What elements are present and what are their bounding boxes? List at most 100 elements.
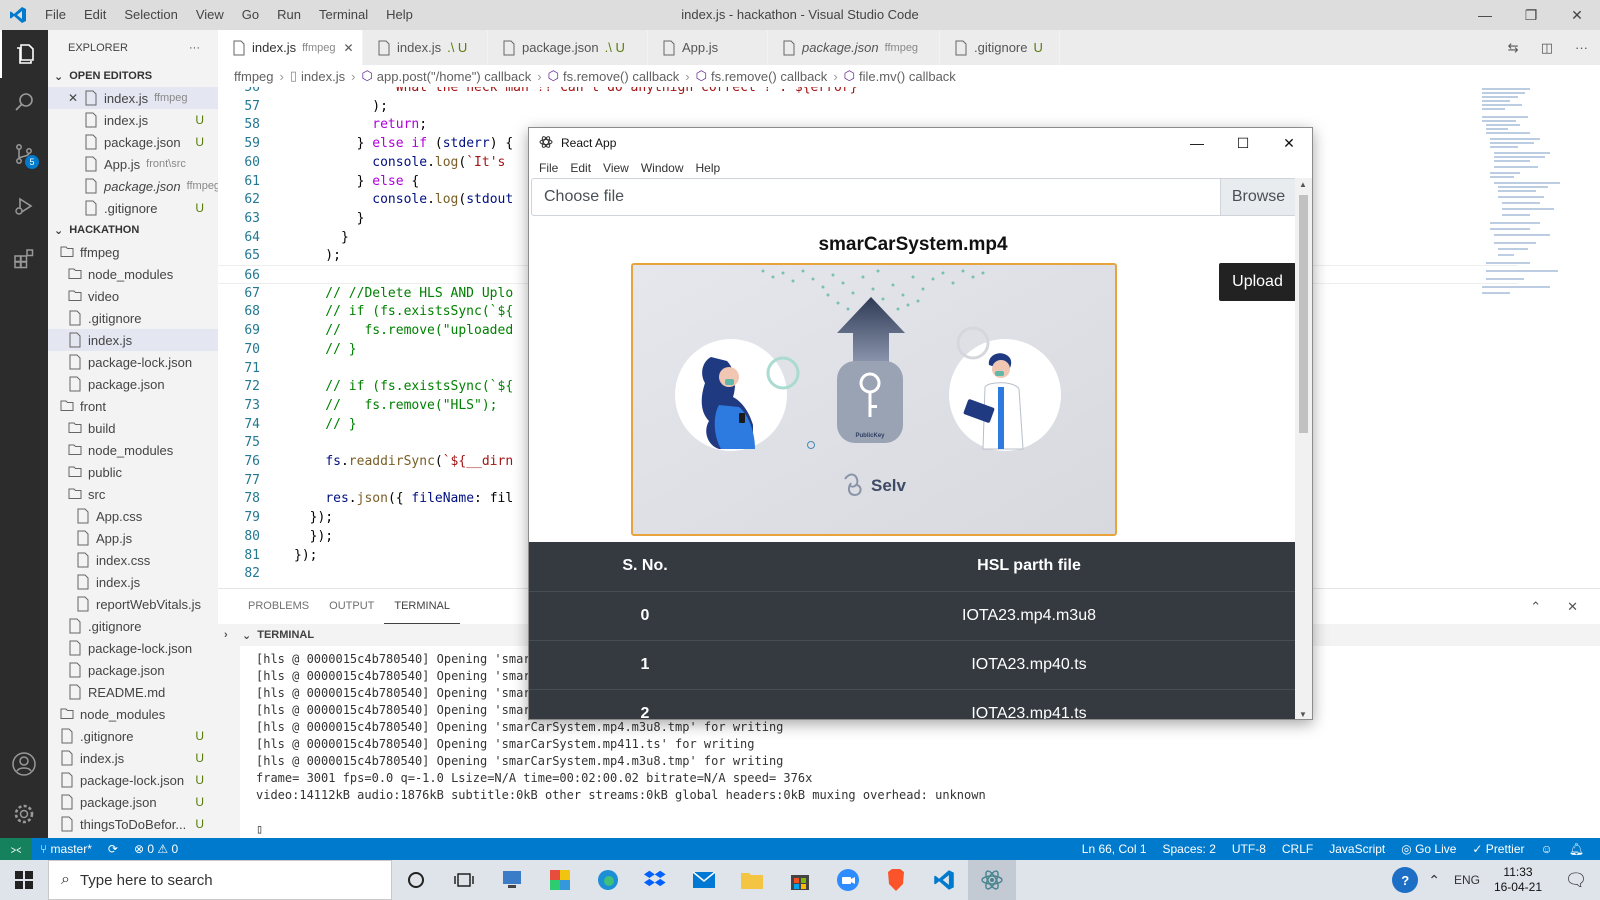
- breadcrumb-item[interactable]: fs.remove() callback: [711, 69, 827, 84]
- windows-start-icon[interactable]: [0, 860, 48, 900]
- settings-gear-icon[interactable]: [0, 790, 48, 838]
- open-editor-item[interactable]: package.json U: [48, 131, 218, 153]
- menu-run[interactable]: Run: [268, 0, 310, 30]
- tree-file[interactable]: index.js: [48, 571, 218, 593]
- notifications-bell-icon[interactable]: 🔔︎: [1561, 842, 1592, 856]
- tree-file[interactable]: thingsToDoBefor... U: [48, 813, 218, 835]
- tray-expand-icon[interactable]: ⌃: [1428, 872, 1440, 889]
- editor-tab[interactable]: index.js ffmpeg ✕: [218, 30, 363, 65]
- upload-button[interactable]: Upload: [1219, 263, 1296, 301]
- react-app-scrollbar[interactable]: ▲ ▼: [1295, 178, 1312, 719]
- workspace-section[interactable]: ⌄ HACKATHON: [48, 219, 218, 241]
- tree-folder[interactable]: node_modules: [48, 439, 218, 461]
- tree-folder[interactable]: node_modules: [48, 703, 218, 725]
- split-editor-icon[interactable]: ◫: [1541, 40, 1553, 56]
- react-menu-file[interactable]: File: [533, 161, 564, 175]
- browse-button[interactable]: Browse: [1220, 179, 1296, 215]
- breadcrumb-item[interactable]: app.post("/home") callback: [377, 69, 531, 84]
- tree-folder[interactable]: public: [48, 461, 218, 483]
- explorer-icon[interactable]: [0, 30, 48, 78]
- zoom-icon[interactable]: [824, 860, 872, 900]
- close-icon[interactable]: ✕: [68, 91, 78, 105]
- react-menu-help[interactable]: Help: [690, 161, 727, 175]
- tree-file[interactable]: index.css: [48, 549, 218, 571]
- encoding-status[interactable]: UTF-8: [1224, 842, 1274, 856]
- editor-tab[interactable]: .gitignore U: [940, 30, 1060, 65]
- tree-file[interactable]: package-lock.json U: [48, 769, 218, 791]
- clock[interactable]: 11:33 16-04-21: [1484, 865, 1552, 895]
- run-debug-icon[interactable]: [0, 182, 48, 230]
- react-menu-view[interactable]: View: [597, 161, 635, 175]
- remote-icon[interactable]: ⪥: [0, 838, 32, 860]
- open-editor-item[interactable]: .gitignore U: [48, 197, 218, 219]
- breadcrumb-item[interactable]: ffmpeg: [234, 69, 274, 84]
- breadcrumb-item[interactable]: file.mv() callback: [859, 69, 956, 84]
- maximize-icon[interactable]: ☐: [1220, 128, 1266, 158]
- scroll-down-icon[interactable]: ▼: [1299, 710, 1307, 719]
- paint-app-icon[interactable]: [536, 860, 584, 900]
- tree-folder[interactable]: build: [48, 417, 218, 439]
- react-menu-window[interactable]: Window: [635, 161, 690, 175]
- problems-status[interactable]: ⊗ 0 ⚠ 0: [126, 842, 186, 856]
- store-icon[interactable]: [776, 860, 824, 900]
- tree-file[interactable]: index.js: [48, 329, 218, 351]
- language-status[interactable]: JavaScript: [1321, 842, 1393, 856]
- brave-browser-icon[interactable]: [872, 860, 920, 900]
- eol-status[interactable]: CRLF: [1274, 842, 1321, 856]
- tree-folder[interactable]: front: [48, 395, 218, 417]
- menu-help[interactable]: Help: [377, 0, 422, 30]
- video-player[interactable]: PublicKey Selv: [631, 263, 1117, 536]
- file-explorer-icon[interactable]: [728, 860, 776, 900]
- tree-file[interactable]: .gitignore U: [48, 725, 218, 747]
- close-icon[interactable]: ✕: [1554, 0, 1600, 30]
- close-panel-icon[interactable]: ✕: [1567, 599, 1578, 615]
- tree-file[interactable]: App.css: [48, 505, 218, 527]
- close-tab-icon[interactable]: ✕: [344, 41, 354, 55]
- edge-browser-icon[interactable]: [584, 860, 632, 900]
- menu-terminal[interactable]: Terminal: [310, 0, 377, 30]
- cortana-icon[interactable]: [392, 860, 440, 900]
- breadcrumb-item[interactable]: fs.remove() callback: [563, 69, 679, 84]
- editor-tab[interactable]: package.json ffmpeg: [768, 30, 940, 65]
- sync-icon[interactable]: ⟳: [100, 842, 126, 856]
- tree-file[interactable]: App.js: [48, 527, 218, 549]
- file-chooser[interactable]: Choose file Browse: [531, 178, 1297, 216]
- panel-tab-terminal[interactable]: TERMINAL: [384, 589, 460, 624]
- scrollbar-thumb[interactable]: [1299, 195, 1308, 433]
- notification-center-icon[interactable]: 🗨︎: [1552, 870, 1600, 891]
- task-view-icon[interactable]: [440, 860, 488, 900]
- tree-file[interactable]: reportWebVitals.js: [48, 593, 218, 615]
- breadcrumb-item[interactable]: index.js: [301, 69, 345, 84]
- tree-file[interactable]: package.json: [48, 373, 218, 395]
- extensions-icon[interactable]: [0, 234, 48, 282]
- menu-edit[interactable]: Edit: [75, 0, 115, 30]
- restore-icon[interactable]: ❐: [1508, 0, 1554, 30]
- choose-file-label[interactable]: Choose file: [532, 179, 1220, 215]
- more-actions-icon[interactable]: ···: [189, 42, 200, 54]
- editor-tab[interactable]: App.js: [648, 30, 768, 65]
- source-control-icon[interactable]: 5: [0, 130, 48, 178]
- tree-folder[interactable]: node_modules: [48, 263, 218, 285]
- electron-app-icon[interactable]: [968, 860, 1016, 900]
- tree-folder[interactable]: src: [48, 483, 218, 505]
- tree-file[interactable]: .gitignore: [48, 615, 218, 637]
- close-icon[interactable]: ✕: [1266, 128, 1312, 158]
- mail-icon[interactable]: [680, 860, 728, 900]
- menu-go[interactable]: Go: [233, 0, 268, 30]
- open-editors-section[interactable]: ⌄ OPEN EDITORS: [48, 65, 218, 87]
- menu-selection[interactable]: Selection: [115, 0, 186, 30]
- taskbar-search-input[interactable]: ⌕ Type here to search: [48, 860, 392, 900]
- scroll-up-icon[interactable]: ▲: [1299, 180, 1307, 189]
- open-editor-item[interactable]: ✕ index.js ffmpeg: [48, 87, 218, 109]
- open-editor-item[interactable]: package.json ffmpeg: [48, 175, 218, 197]
- feedback-icon[interactable]: ☺: [1533, 842, 1561, 856]
- dropbox-icon[interactable]: [632, 860, 680, 900]
- search-icon[interactable]: [0, 78, 48, 126]
- go-live-button[interactable]: ◎ Go Live: [1393, 842, 1464, 856]
- minimize-icon[interactable]: —: [1462, 0, 1508, 30]
- minimize-icon[interactable]: —: [1174, 128, 1220, 158]
- compare-icon[interactable]: ⇆: [1508, 40, 1519, 56]
- tree-file[interactable]: package-lock.json: [48, 351, 218, 373]
- branch-status[interactable]: ⑂ master*: [32, 842, 100, 856]
- cursor-position[interactable]: Ln 66, Col 1: [1074, 842, 1155, 856]
